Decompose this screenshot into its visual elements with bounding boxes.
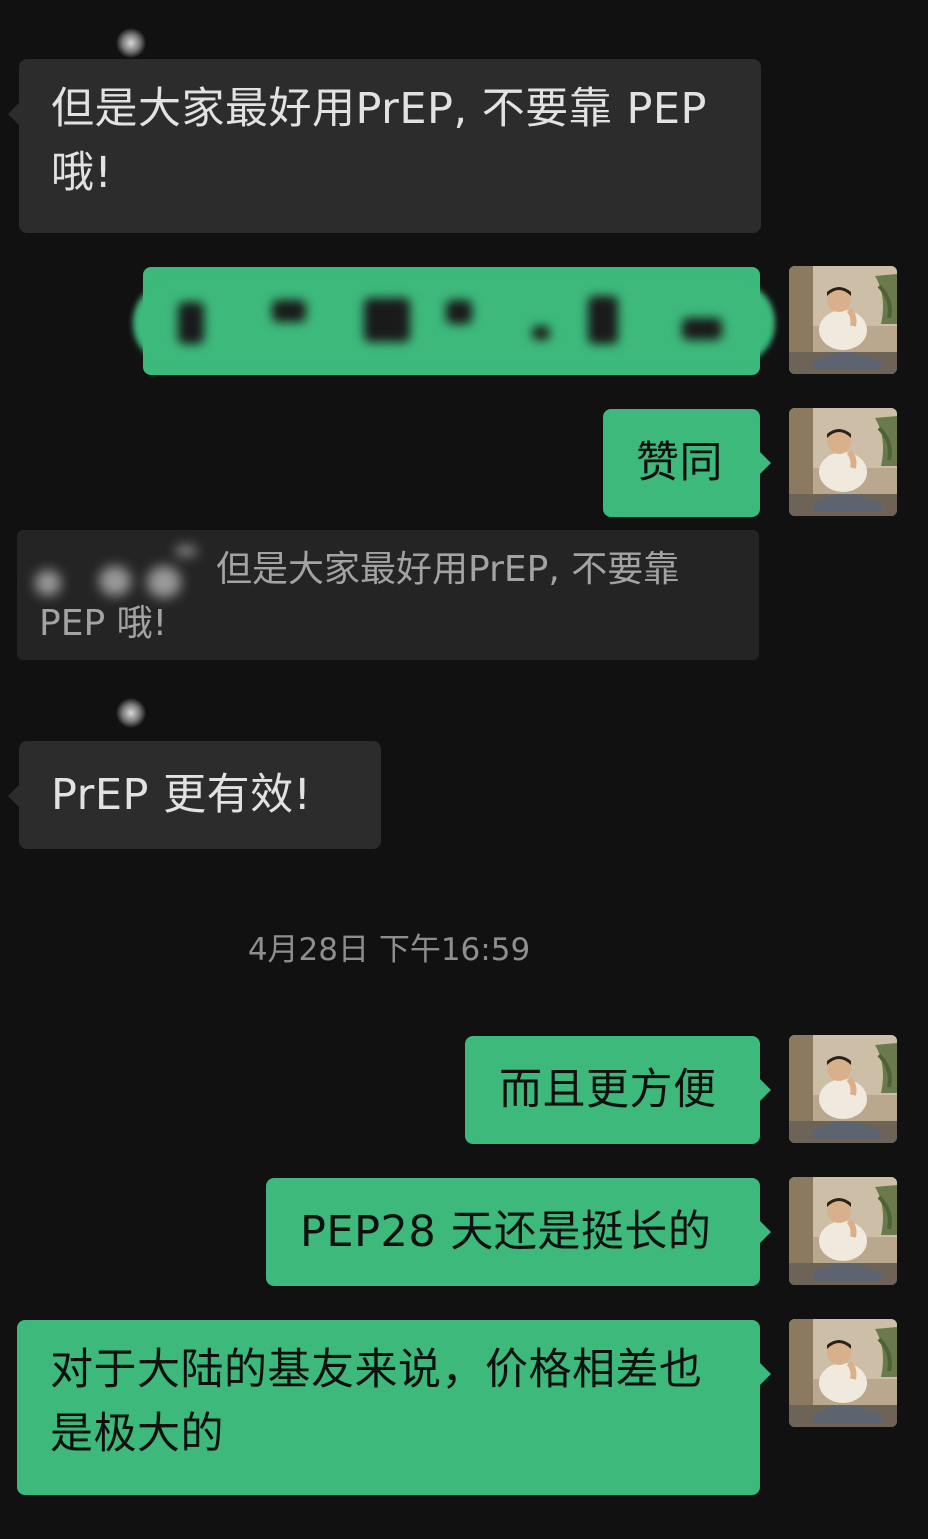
bubble-tail	[760, 1363, 771, 1385]
censor-mark	[532, 326, 550, 340]
bubble-tail	[760, 1079, 771, 1101]
message-text: 对于大陆的基友来说，价格相差也	[50, 1345, 703, 1395]
sender-avatar-blurred-icon[interactable]	[116, 28, 146, 58]
message-text: 但是大家最好用PrEP, 不要靠 PEP	[51, 84, 707, 134]
message-text: PrEP 更有效!	[51, 770, 312, 820]
user-avatar[interactable]	[789, 1319, 897, 1427]
chat-timestamp: 4月28日 下午16:59	[247, 932, 531, 968]
censor-mark	[178, 302, 204, 344]
user-avatar[interactable]	[789, 408, 897, 516]
user-avatar[interactable]	[789, 1035, 897, 1143]
message-text: 赞同	[636, 438, 723, 488]
avatar-photo-icon	[789, 266, 897, 374]
avatar-photo-icon	[789, 1177, 897, 1285]
message-bubble-outgoing[interactable]: 对于大陆的基友来说，价格相差也 是极大的	[17, 1320, 771, 1495]
quoted-text: PEP 哦!	[39, 603, 168, 644]
message-bubble-incoming[interactable]: 但是大家最好用PrEP, 不要靠 PEP 哦!	[8, 59, 761, 233]
bubble-tail	[760, 1221, 771, 1243]
avatar-photo-icon	[789, 408, 897, 516]
bubble-tail	[760, 452, 771, 474]
bubble-tail	[8, 103, 19, 125]
message-text: 是极大的	[50, 1409, 224, 1459]
censor-mark	[364, 298, 410, 342]
message-bubble-outgoing[interactable]: 而且更方便	[465, 1036, 771, 1144]
message-text: 而且更方便	[499, 1065, 717, 1115]
message-text: 哦!	[51, 148, 113, 198]
bubble-tail	[8, 785, 19, 807]
censor-mark	[272, 300, 306, 322]
message-bubble-outgoing[interactable]: 赞同	[603, 409, 771, 517]
user-avatar[interactable]	[789, 266, 897, 374]
message-text: PEP28 天还是挺长的	[300, 1207, 712, 1257]
user-avatar[interactable]	[789, 1177, 897, 1285]
censor-mark	[446, 300, 472, 324]
censor-mark	[682, 318, 722, 340]
avatar-photo-icon	[789, 1035, 897, 1143]
message-bubble-incoming[interactable]: PrEP 更有效!	[8, 741, 381, 849]
censor-mark	[588, 296, 618, 344]
quoted-message[interactable]: 但是大家最好用PrEP, 不要靠 PEP 哦!	[17, 530, 759, 660]
quoted-text: 但是大家最好用PrEP, 不要靠	[216, 549, 680, 590]
avatar-photo-icon	[789, 1319, 897, 1427]
sender-avatar-blurred-icon[interactable]	[116, 698, 146, 728]
message-bubble-outgoing[interactable]: PEP28 天还是挺长的	[266, 1178, 771, 1286]
